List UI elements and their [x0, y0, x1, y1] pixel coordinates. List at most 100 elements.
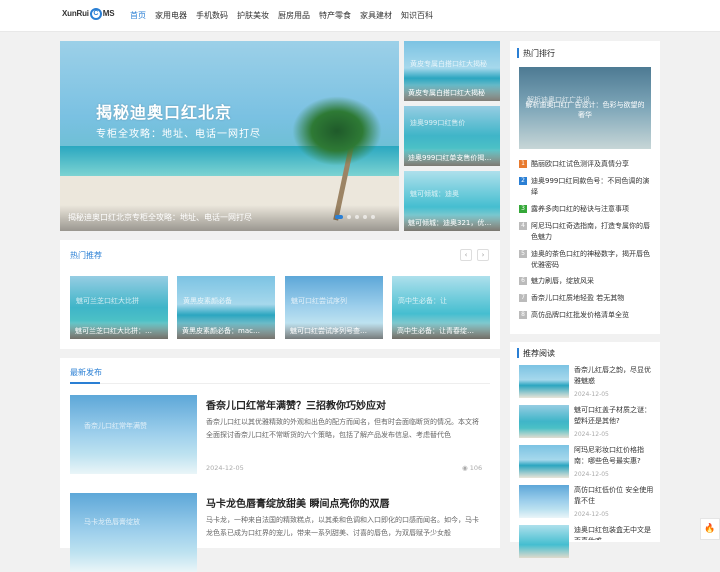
nav-kitchen[interactable]: 厨房用品 — [278, 0, 310, 32]
recommend-thumbnail[interactable] — [519, 525, 569, 558]
slider-overlay-subtitle: 专柜全攻略：地址、电话一网打尽 — [96, 129, 261, 140]
divider — [70, 383, 490, 384]
fire-icon[interactable]: 🔥 — [700, 518, 720, 540]
hot-item[interactable]: 黄黑皮素颜必备 黄黑皮素颜必备：mac… — [177, 276, 275, 339]
nav-home[interactable]: 首页 — [130, 0, 146, 32]
slider-overlay-title: 揭秘迪奥口红北京 — [96, 103, 233, 122]
ranking-item[interactable]: 8 高仿品牌口红批发价格清单全览 — [519, 310, 654, 321]
rank-text: 阿尼玛口红奇选指南，打造专属你的唇色魅力 — [531, 222, 650, 241]
article-date: 2024-12-05 — [206, 464, 244, 472]
main-nav: 首页 家用电器 手机数码 护肤美妆 厨房用品 特产零食 家具建材 知识百科 — [130, 0, 442, 32]
hero-slider[interactable]: 揭秘迪奥口红北京 专柜全攻略：地址、电话一网打尽 揭秘迪奥口红北京专柜全攻略：地… — [60, 41, 399, 231]
next-arrow-icon[interactable]: › — [477, 249, 489, 261]
ranking-item[interactable]: 7 香奈儿口红质地轻盈 若无其物 — [519, 293, 654, 304]
recommend-item-title[interactable]: 香奈儿红唇之韵，尽显优雅魅惑 — [574, 365, 656, 387]
ranking-item[interactable]: 2 迪奥999口红同款色号：不同色调的演绎 — [519, 176, 654, 198]
side-tile[interactable]: 迪奥999口红售价 迪奥999口红单支售价揭… — [404, 106, 500, 166]
hot-item[interactable]: 魅可兰芝口红大比拼 魅可兰芝口红大比拼：… — [70, 276, 168, 339]
logo-text-right: MS — [102, 9, 115, 19]
rank-text: 迪奥的茶色口红的神秘数字，揭开唇色优雅密码 — [531, 250, 650, 269]
side-tile[interactable]: 黄皮专属白搭口红大揭秘 黄皮专属白搭口红大揭秘 — [404, 41, 500, 101]
rank-number: 5 — [519, 250, 527, 258]
side-tile[interactable]: 魅可倾城：迪奥 魅可倾城：迪奥321，优… — [404, 171, 500, 231]
recommend-title: 推荐阅读 — [523, 349, 555, 358]
logo-text-left: XunRui — [62, 9, 89, 19]
ranking-item[interactable]: 5 迪奥的茶色口红的神秘数字，揭开唇色优雅密码 — [519, 249, 654, 271]
hot-recommend-title: 热门推荐 — [70, 251, 102, 260]
rank-text: 迪奥999口红同款色号：不同色调的演绎 — [531, 177, 650, 196]
recommend-item-date: 2024-12-05 — [574, 391, 609, 398]
article-title[interactable]: 马卡龙色唇膏绽放甜美 瞬间点亮你的双唇 — [206, 495, 389, 510]
recommend-thumbnail[interactable] — [519, 445, 569, 478]
hot-item-caption: 魅可口红尝试序列号查… — [285, 323, 383, 339]
rank-number: 6 — [519, 277, 527, 285]
hot-item-caption-text: 魅可兰芝口红大比拼：… — [75, 327, 152, 335]
recommend-item-date: 2024-12-05 — [574, 471, 609, 478]
slider-dot[interactable] — [355, 215, 359, 219]
nav-knowledge[interactable]: 知识百科 — [401, 0, 433, 32]
logo-circle-icon: C — [89, 8, 102, 20]
rank-number: 3 — [519, 205, 527, 213]
slider-caption-text: 揭秘迪奥口红北京专柜全攻略：地址、电话一网打尽 — [68, 213, 252, 222]
ranking-title: 热门排行 — [523, 49, 555, 58]
rank-text: 高仿品牌口红批发价格清单全览 — [531, 311, 629, 319]
ranking-banner[interactable]: 解析迪奥口红广告设 解析迪奥口红广告设计：色彩与欲望的奢华 — [519, 67, 651, 149]
article-desc: 香奈儿口红以其优雅精致的外观和出色的配方而闻名，但有时会面临断货的情况。本文将全… — [206, 418, 479, 439]
tile-caption: 迪奥999口红单支售价揭… — [404, 150, 500, 166]
tile-overlay-text: 魅可倾城：迪奥 — [410, 190, 459, 198]
hot-item[interactable]: 魅可口红尝试序列 魅可口红尝试序列号查… — [285, 276, 383, 339]
hot-item-caption: 黄黑皮素颜必备：mac… — [177, 323, 275, 339]
thumb-overlay-text: 香奈儿口红常年满赞 — [84, 422, 147, 430]
slider-dot[interactable] — [347, 215, 351, 219]
ranking-item[interactable]: 6 魅力刷唇，绽放风采 — [519, 276, 654, 287]
ranking-accent — [517, 48, 519, 58]
hot-item-caption-text: 高中生必备：让青春绽… — [397, 327, 474, 335]
recommend-thumbnail[interactable] — [519, 485, 569, 518]
tile-caption: 黄皮专属白搭口红大揭秘 — [404, 85, 500, 101]
tile-caption-text: 魅可倾城：迪奥321，优… — [408, 219, 492, 227]
slider-dot[interactable] — [363, 215, 367, 219]
article-views-count: 106 — [469, 464, 483, 472]
tile-caption-text: 黄皮专属白搭口红大揭秘 — [408, 89, 485, 97]
nav-furniture[interactable]: 家具建材 — [360, 0, 392, 32]
recommend-thumbnail[interactable] — [519, 365, 569, 398]
nav-beauty[interactable]: 护肤美妆 — [237, 0, 269, 32]
slider-dot[interactable] — [335, 215, 343, 219]
slider-dot[interactable] — [371, 215, 375, 219]
nav-snacks[interactable]: 特产零食 — [319, 0, 351, 32]
rank-number: 7 — [519, 294, 527, 302]
recommend-item-title[interactable]: 阿玛尼彩妆口红价格指南：哪些色号最实惠? — [574, 445, 656, 467]
rank-number: 8 — [519, 311, 527, 319]
ranking-item[interactable]: 4 阿尼玛口红奇选指南，打造专属你的唇色魅力 — [519, 221, 654, 243]
hot-item-caption-text: 黄黑皮素颜必备：mac… — [182, 327, 260, 335]
prev-arrow-icon[interactable]: ‹ — [460, 249, 472, 261]
site-logo[interactable]: XunRui C MS — [62, 8, 115, 20]
palm-leaves — [292, 96, 382, 166]
rank-text: 魅力刷唇，绽放风采 — [531, 277, 594, 285]
hot-item-overlay-text: 黄黑皮素颜必备 — [183, 297, 232, 305]
article-title[interactable]: 香奈儿口红常年满赞？三招教你巧妙应对 — [206, 397, 386, 412]
nav-appliances[interactable]: 家用电器 — [155, 0, 187, 32]
hot-item-overlay-text: 魅可兰芝口红大比拼 — [76, 297, 139, 305]
recommend-item-title[interactable]: 迪奥口红包装盒无中文是否真伪难 — [574, 525, 656, 540]
article-thumbnail[interactable]: 香奈儿口红常年满赞 — [70, 395, 197, 474]
recommend-item-title[interactable]: 魅可口红盖子材质之谜：塑料还是其他? — [574, 405, 656, 427]
ranking-item[interactable]: 3 露养多肉口红的秘诀与注意事项 — [519, 204, 654, 215]
ranking-item[interactable]: 1 酷丽欧口红试色测评及真情分享 — [519, 159, 654, 170]
tile-overlay-text: 迪奥999口红售价 — [410, 119, 466, 127]
site-header: XunRui C MS 首页 家用电器 手机数码 护肤美妆 厨房用品 特产零食 家具… — [0, 0, 720, 32]
recommend-item-date: 2024-12-05 — [574, 431, 609, 438]
article-thumbnail[interactable]: 马卡龙色唇膏绽放 — [70, 493, 197, 572]
recommend-thumbnail[interactable] — [519, 405, 569, 438]
recommend-item-title[interactable]: 高仿口红低价位 安全使用靠不住 — [574, 485, 656, 507]
tile-overlay-text: 黄皮专属白搭口红大揭秘 — [410, 60, 487, 68]
nav-digital[interactable]: 手机数码 — [196, 0, 228, 32]
hot-item-caption-text: 魅可口红尝试序列号查… — [290, 327, 367, 335]
hot-item-overlay-text: 高中生必备：让 — [398, 297, 447, 305]
rank-number: 4 — [519, 222, 527, 230]
rank-number: 2 — [519, 177, 527, 185]
rank-number: 1 — [519, 160, 527, 168]
hot-item[interactable]: 高中生必备：让 高中生必备：让青春绽… — [392, 276, 490, 339]
eye-icon: ◉ — [462, 464, 470, 472]
article-views: ◉ 106 — [462, 464, 482, 472]
